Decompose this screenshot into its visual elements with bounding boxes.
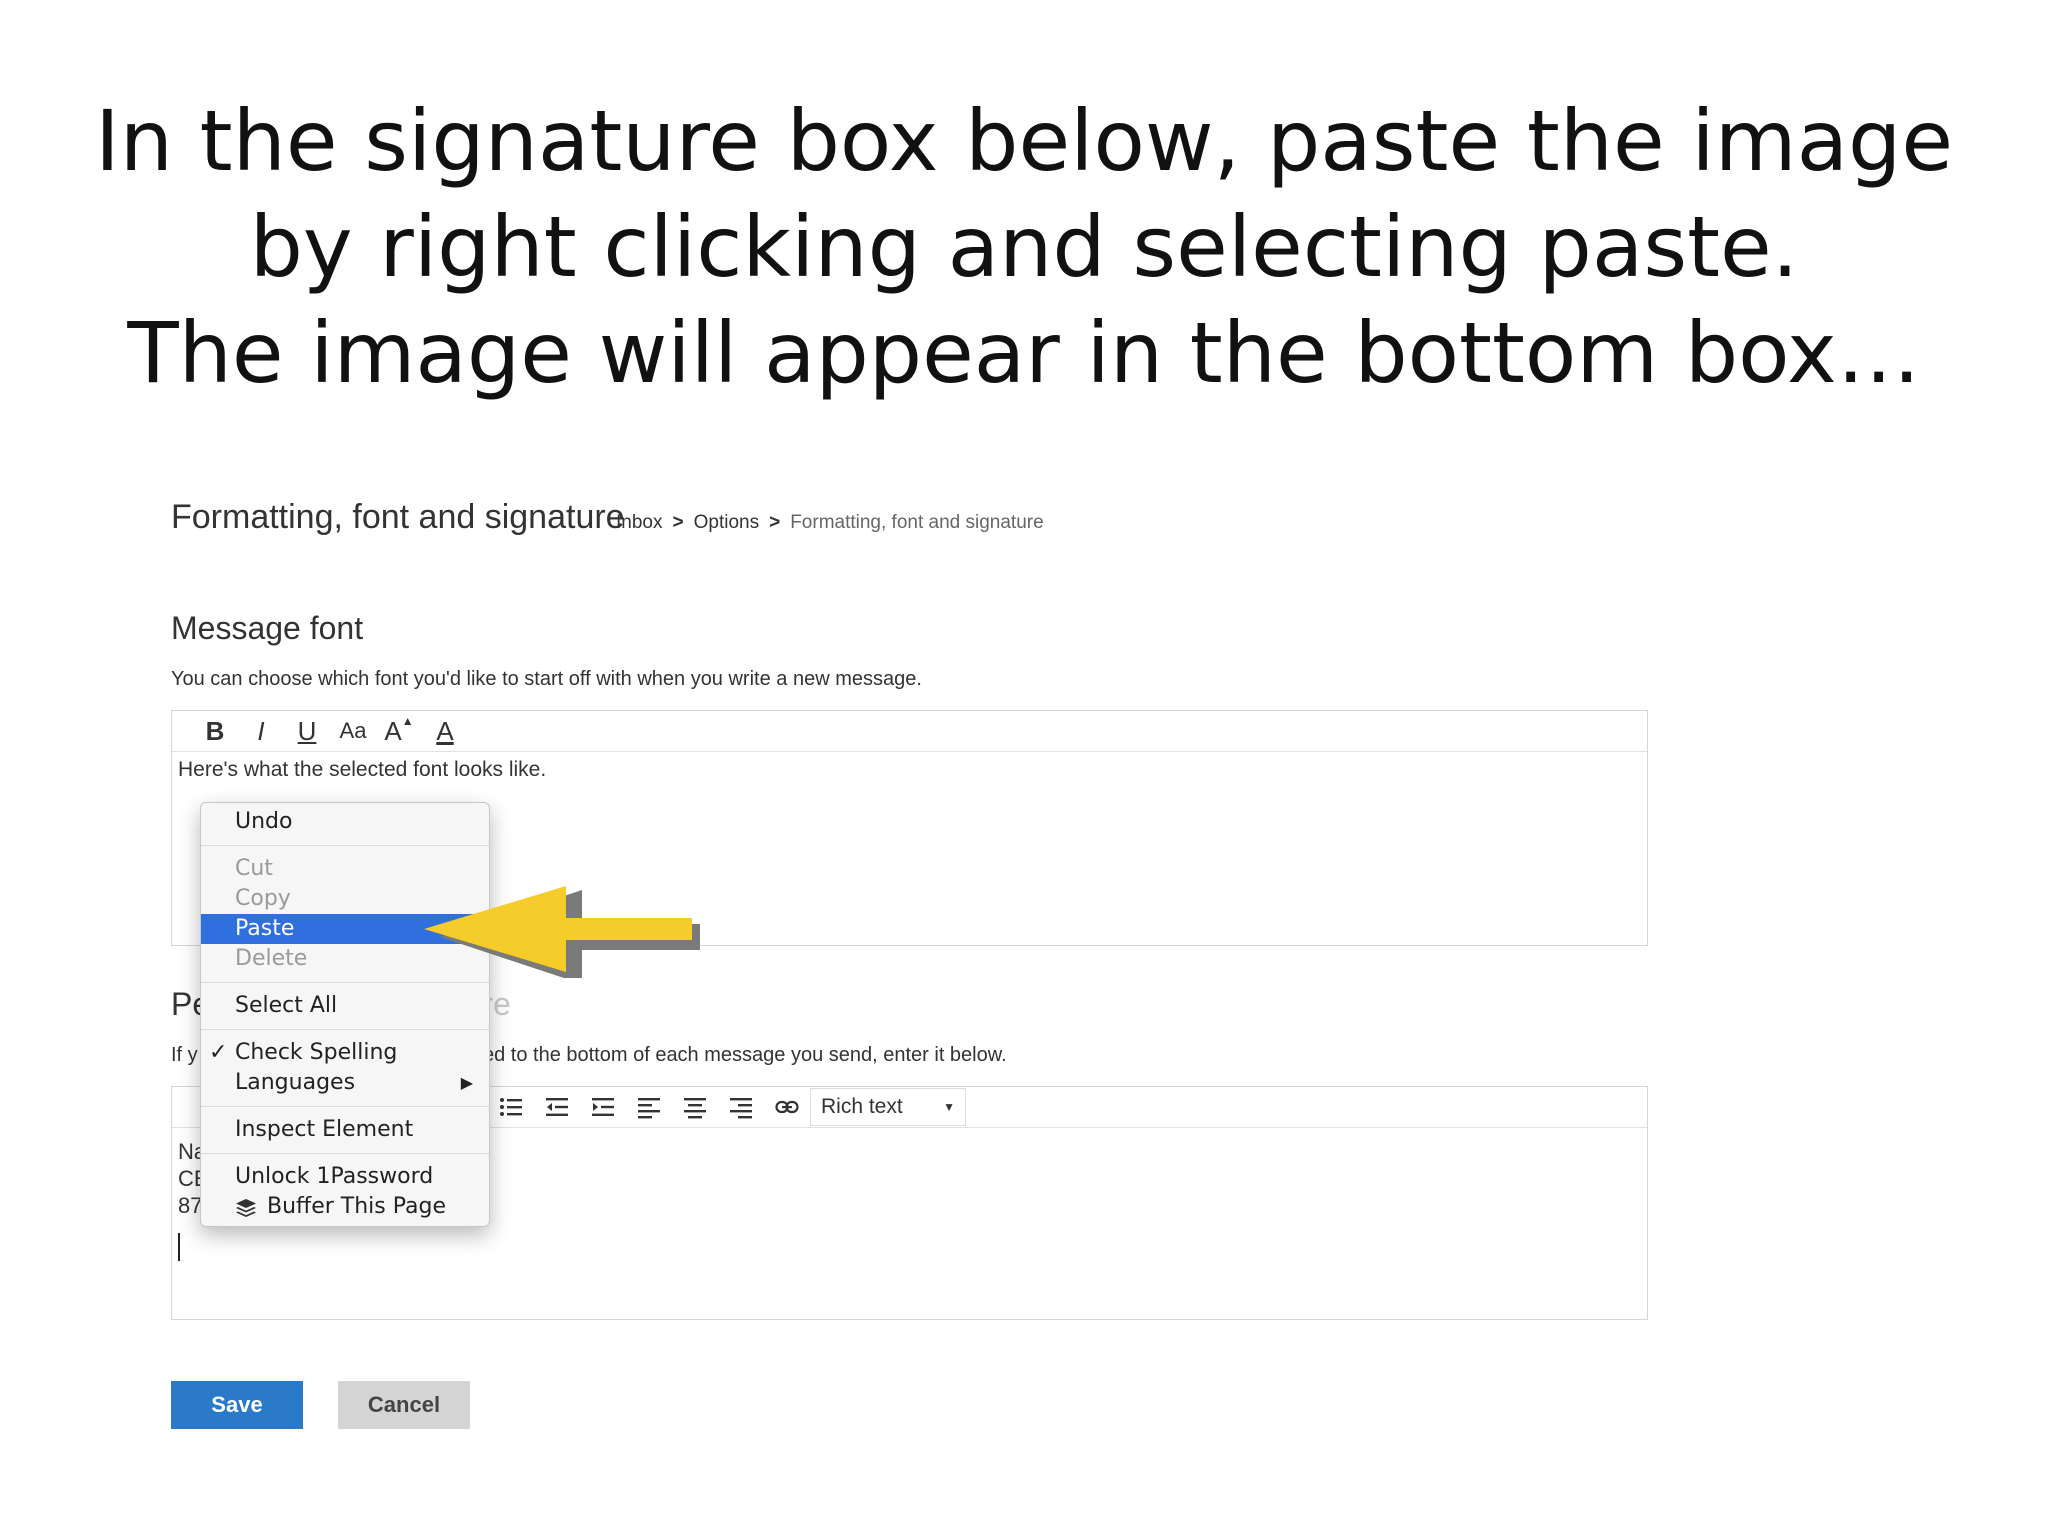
italic-button[interactable]: I xyxy=(238,713,284,749)
font-preview-text: Here's what the selected font looks like… xyxy=(178,758,547,781)
increase-indent-icon[interactable] xyxy=(580,1089,626,1125)
grow-font-label: A xyxy=(384,715,402,746)
bullet-list-icon[interactable] xyxy=(488,1089,534,1125)
menu-item-inspect-element[interactable]: Inspect Element xyxy=(201,1115,489,1145)
menu-item-buffer-this-page[interactable]: Buffer This Page xyxy=(201,1192,489,1222)
menu-item-languages[interactable]: Languages ▶ xyxy=(201,1068,489,1098)
menu-separator xyxy=(201,845,489,846)
grow-font-icon: ▲ xyxy=(401,714,414,728)
breadcrumb-options[interactable]: Options xyxy=(694,512,759,533)
breadcrumb: Inbox > Options > Formatting, font and signa… xyxy=(616,512,1044,534)
message-font-toolbar: B I U Aa A ▲ A xyxy=(172,711,1647,752)
instruction-line-3: The image will appear in the bottom box… xyxy=(127,304,1921,402)
slide-instructions: In the signature box below, paste the im… xyxy=(0,88,2048,406)
menu-separator xyxy=(201,982,489,983)
menu-separator xyxy=(201,1153,489,1154)
align-right-icon[interactable] xyxy=(718,1089,764,1125)
menu-separator xyxy=(201,1029,489,1030)
message-font-heading: Message font xyxy=(171,610,364,646)
align-center-icon[interactable] xyxy=(672,1089,718,1125)
link-icon[interactable] xyxy=(764,1089,810,1125)
text-cursor xyxy=(178,1233,180,1261)
menu-separator xyxy=(201,1106,489,1107)
font-preview-area[interactable]: Here's what the selected font looks like… xyxy=(172,752,1647,788)
checkmark-icon: ✓ xyxy=(209,1040,228,1065)
grow-font-button[interactable]: A ▲ xyxy=(376,713,422,749)
font-color-button[interactable]: A xyxy=(422,713,468,749)
signature-desc-start: If y xyxy=(171,1044,198,1066)
align-left-icon[interactable] xyxy=(626,1089,672,1125)
submenu-arrow-icon: ▶ xyxy=(460,1073,473,1092)
menu-item-check-spelling[interactable]: ✓ Check Spelling xyxy=(201,1038,489,1068)
underline-button[interactable]: U xyxy=(284,713,330,749)
buffer-icon xyxy=(236,1199,256,1217)
breadcrumb-separator: > xyxy=(672,512,684,533)
menu-item-select-all[interactable]: Select All xyxy=(201,991,489,1021)
bold-button[interactable]: B xyxy=(192,713,238,749)
chevron-down-icon: ▼ xyxy=(943,1100,955,1114)
decrease-indent-icon[interactable] xyxy=(534,1089,580,1125)
cancel-button[interactable]: Cancel xyxy=(338,1381,470,1429)
save-button[interactable]: Save xyxy=(171,1381,303,1429)
yellow-arrow-icon xyxy=(424,886,700,978)
menu-item-cut: Cut xyxy=(235,856,273,881)
context-menu: Undo Cut Copy Paste Delete Select All ✓ … xyxy=(200,802,490,1227)
instruction-line-1: In the signature box below, paste the im… xyxy=(94,92,1954,190)
instruction-line-2: by right clicking and selecting paste. xyxy=(249,198,1799,296)
signature-desc-end: dded to the bottom of each message you s… xyxy=(460,1044,1007,1066)
menu-item-unlock-1password[interactable]: Unlock 1Password xyxy=(201,1162,489,1192)
breadcrumb-separator: > xyxy=(769,512,781,533)
format-select[interactable]: Rich text ▼ xyxy=(810,1088,966,1126)
format-select-value: Rich text xyxy=(821,1095,903,1118)
menu-item-undo[interactable]: Undo xyxy=(201,807,489,837)
breadcrumb-current: Formatting, font and signature xyxy=(790,512,1044,533)
page-title: Formatting, font and signature xyxy=(171,498,625,536)
breadcrumb-inbox[interactable]: Inbox xyxy=(616,512,662,533)
font-size-button[interactable]: Aa xyxy=(330,713,376,749)
message-font-description: You can choose which font you'd like to … xyxy=(171,668,922,690)
